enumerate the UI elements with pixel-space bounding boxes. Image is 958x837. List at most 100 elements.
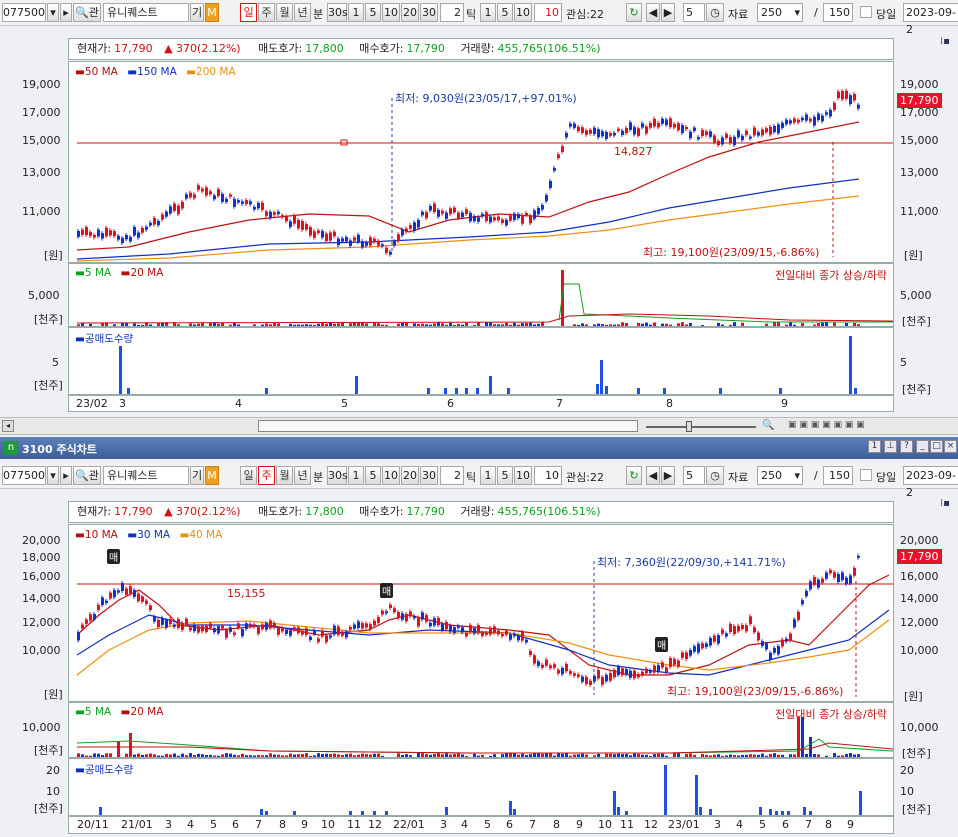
min-5-button[interactable]: 5 <box>365 466 381 485</box>
question-icon[interactable]: ? <box>900 440 913 453</box>
min-20-button[interactable]: 20 <box>401 3 419 22</box>
period-year-tab[interactable]: 년 <box>294 3 311 22</box>
tick-value-field[interactable]: 10 <box>534 3 562 22</box>
bar <box>653 322 656 326</box>
stock-name-field[interactable]: 유니퀘스트 <box>103 3 189 22</box>
date-field[interactable]: 2023-09-2 <box>903 3 958 36</box>
refresh-icon[interactable]: ↻ <box>626 3 642 22</box>
tick-value-field[interactable]: 10 <box>534 466 562 485</box>
top-price-panel[interactable]: ▬50 MA ▬150 MA ▬200 MA 최저: 9,030원(23/05/… <box>68 61 894 263</box>
bar <box>645 322 648 326</box>
bottom-short-panel[interactable]: ▬공매도수량 <box>68 758 894 816</box>
candle <box>669 118 672 128</box>
bar <box>513 753 516 757</box>
zoom-slider-handle[interactable] <box>686 421 692 432</box>
pin-icon[interactable]: ⊥ <box>884 440 897 453</box>
prev-icon[interactable]: ◀ <box>646 466 660 485</box>
stock-code-input[interactable]: 077500 <box>2 466 46 485</box>
clock-icon[interactable]: ◷ <box>706 3 724 22</box>
step-input[interactable]: 5 <box>683 3 705 22</box>
date-field[interactable]: 2023-09-2 <box>903 466 958 499</box>
period-year-tab[interactable]: 년 <box>294 466 311 485</box>
top-volume-panel[interactable]: ▬5 MA ▬20 MA 전일대비 종가 상승/하락 <box>68 263 894 327</box>
min-30-button[interactable]: 30 <box>420 3 438 22</box>
top-short-panel[interactable]: ▬공매도수량 <box>68 327 894 395</box>
scroll-left-button[interactable]: ◂ <box>2 420 14 432</box>
candle <box>461 627 464 633</box>
step-input[interactable]: 5 <box>683 466 705 485</box>
min-5-button[interactable]: 5 <box>365 3 381 22</box>
period-day-tab[interactable]: 일 <box>240 3 257 22</box>
tick-5-button[interactable]: 5 <box>497 466 513 485</box>
m-button[interactable]: M <box>205 466 219 485</box>
bottom-volume-panel[interactable]: ▬5 MA ▬20 MA 전일대비 종가 상승/하락 <box>68 702 894 758</box>
tick-1-button[interactable]: 1 <box>480 3 496 22</box>
search-button[interactable]: 🔍관 <box>73 466 101 485</box>
prev-icon[interactable]: ◀ <box>646 3 660 22</box>
display-count-input[interactable]: 150 <box>823 466 853 485</box>
next-icon[interactable]: ▶ <box>661 3 675 22</box>
stock-name-field[interactable]: 유니퀘스트 <box>103 466 189 485</box>
tick-input[interactable]: 2 <box>440 3 464 22</box>
next-icon[interactable]: ▶ <box>661 466 675 485</box>
bar <box>833 753 836 757</box>
bar <box>825 322 828 326</box>
period-month-tab[interactable]: 월 <box>276 466 293 485</box>
vol-note: 전일대비 종가 상승/하락 <box>775 269 887 282</box>
refresh-icon[interactable]: ↻ <box>626 466 642 485</box>
gi-button[interactable]: 기 <box>190 3 204 22</box>
min-30s-button[interactable]: 30s <box>327 466 348 485</box>
candle <box>621 130 624 135</box>
min-30s-button[interactable]: 30s <box>327 3 348 22</box>
minimize-icon[interactable]: _ <box>916 440 929 453</box>
display-count-input[interactable]: 150 <box>823 3 853 22</box>
x-label: 7 <box>556 397 563 410</box>
short-bar <box>759 807 762 815</box>
tick-10-button[interactable]: 10 <box>514 3 532 22</box>
min-10-button[interactable]: 10 <box>382 466 400 485</box>
link-icon[interactable]: 1 <box>868 440 881 453</box>
next-arrow-button[interactable]: ▸ <box>60 3 72 22</box>
tick-10-button[interactable]: 10 <box>514 466 532 485</box>
clock-icon[interactable]: ◷ <box>706 466 724 485</box>
next-arrow-button[interactable]: ▸ <box>60 466 72 485</box>
settings-icon[interactable]: ⁞▪ <box>940 498 950 509</box>
tick-input[interactable]: 2 <box>440 466 464 485</box>
zoom-slider[interactable] <box>646 426 756 428</box>
data-count-select[interactable]: 250 ▾ <box>757 466 803 485</box>
maximize-icon[interactable]: □ <box>930 440 943 453</box>
min-30-button[interactable]: 30 <box>420 466 438 485</box>
m-button[interactable]: M <box>205 3 219 22</box>
horizontal-scrollbar[interactable] <box>258 420 638 432</box>
min-1-button[interactable]: 1 <box>348 3 364 22</box>
search-button[interactable]: 🔍관 <box>73 3 101 22</box>
period-week-tab[interactable]: 주 <box>258 3 275 22</box>
chart-tools-icon[interactable]: ▣ ▣ ▣ ▣ ▣ ▣ ▣ <box>788 420 865 430</box>
tick-5-button[interactable]: 5 <box>497 3 513 22</box>
candle <box>277 211 280 215</box>
today-checkbox[interactable] <box>860 6 872 18</box>
settings-icon[interactable]: ⁞▪ <box>940 36 950 47</box>
candle <box>753 627 756 633</box>
data-count-select[interactable]: 250 ▾ <box>757 3 803 22</box>
bottom-price-panel[interactable]: ▬10 MA ▬30 MA ▬40 MA 15,155 최저: 7,360원(2… <box>68 524 894 702</box>
min-1-button[interactable]: 1 <box>348 466 364 485</box>
candle <box>485 632 488 635</box>
period-day-tab[interactable]: 일 <box>240 466 257 485</box>
zoom-icon[interactable]: 🔍 <box>762 420 774 431</box>
tick-1-button[interactable]: 1 <box>480 466 496 485</box>
bar <box>505 322 508 326</box>
candle <box>781 639 784 647</box>
period-month-tab[interactable]: 월 <box>276 3 293 22</box>
code-dropdown-button[interactable]: ▾ <box>47 466 59 485</box>
code-dropdown-button[interactable]: ▾ <box>47 3 59 22</box>
close-icon[interactable]: × <box>944 440 957 453</box>
min-10-button[interactable]: 10 <box>382 3 400 22</box>
bar <box>213 755 216 757</box>
gi-button[interactable]: 기 <box>190 466 204 485</box>
candle <box>593 675 596 682</box>
period-week-tab[interactable]: 주 <box>258 466 275 485</box>
min-20-button[interactable]: 20 <box>401 466 419 485</box>
today-checkbox[interactable] <box>860 469 872 481</box>
stock-code-input[interactable]: 077500 <box>2 3 46 22</box>
